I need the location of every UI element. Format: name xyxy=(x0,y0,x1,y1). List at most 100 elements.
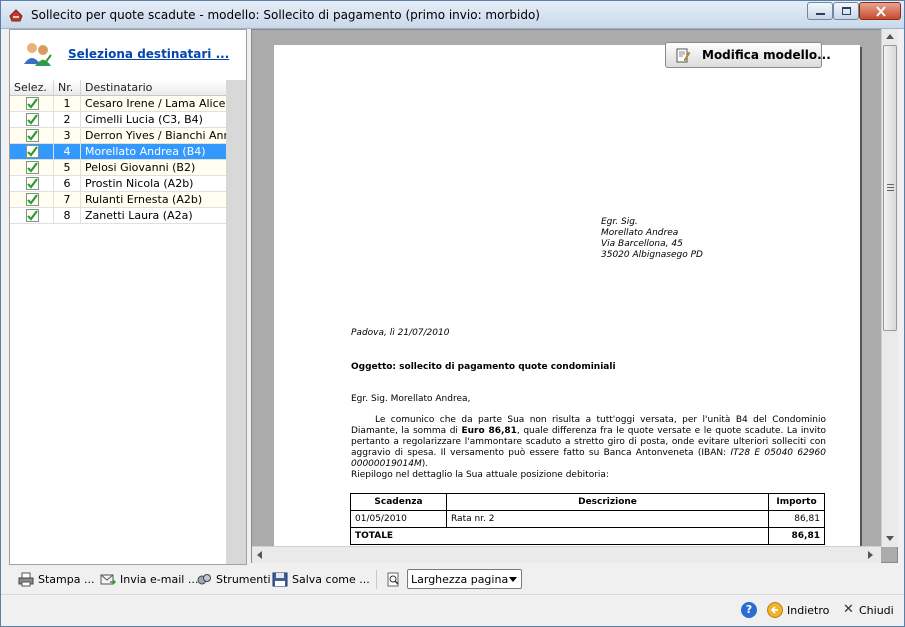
address-line: Via Barcellona, 45 xyxy=(601,239,683,249)
subject-line: Oggetto: sollecito di pagamento quote co… xyxy=(351,362,616,372)
maximize-button[interactable] xyxy=(833,2,859,20)
row-number: 4 xyxy=(54,144,81,160)
select-cell[interactable] xyxy=(10,112,54,128)
debt-table: Scadenza Descrizione Importo 01/05/2010 … xyxy=(350,493,825,545)
checkmark-icon[interactable] xyxy=(26,113,39,126)
select-recipients-link[interactable]: Seleziona destinatari ... xyxy=(68,47,229,61)
table-row[interactable]: 1 Cesaro Irene / Lama Alice (C5 xyxy=(10,96,226,112)
table-cell: 01/05/2010 xyxy=(350,510,447,528)
amount-text: Euro 86,81 xyxy=(461,426,517,436)
row-number: 5 xyxy=(54,160,81,176)
save-icon xyxy=(272,572,288,587)
help-icon[interactable]: ? xyxy=(741,602,757,618)
grid-header: Selez. Nr. Destinatario xyxy=(10,80,226,96)
checkmark-icon[interactable] xyxy=(26,97,39,110)
table-row[interactable]: 7 Rulanti Ernesta (A2b) xyxy=(10,192,226,208)
close-label: Chiudi xyxy=(859,604,894,617)
recipient-name: Morellato Andrea (B4) xyxy=(85,145,206,158)
checkmark-icon[interactable] xyxy=(26,161,39,174)
zoom-value: Larghezza pagina xyxy=(411,573,509,586)
recipients-scrollbar[interactable] xyxy=(226,80,246,564)
title-bar: Sollecito per quote scadute - modello: S… xyxy=(1,1,904,29)
email-icon xyxy=(100,574,116,585)
modify-template-button[interactable]: Modifica modello... xyxy=(665,42,831,68)
table-row[interactable]: 3 Derron Yives / Bianchi Anna ( xyxy=(10,128,226,144)
row-number: 8 xyxy=(54,208,81,224)
recipients-panel: Seleziona destinatari ... Selez. Nr. Des… xyxy=(9,29,247,565)
total-value: 86,81 xyxy=(768,527,825,545)
scroll-left-arrow[interactable] xyxy=(257,551,262,559)
preview-scroll-thumb[interactable] xyxy=(883,45,897,331)
scroll-down-arrow[interactable] xyxy=(886,536,894,541)
window-title: Sollecito per quote scadute - modello: S… xyxy=(31,8,540,22)
checkmark-icon[interactable] xyxy=(26,209,39,222)
close-icon: ✕ xyxy=(843,602,854,617)
table-row[interactable]: 2 Cimelli Lucia (C3, B4) xyxy=(10,112,226,128)
table-row: 01/05/2010 Rata nr. 2 86,81 xyxy=(350,510,825,528)
checkmark-icon[interactable] xyxy=(26,177,39,190)
send-email-label: Invia e-mail ... xyxy=(120,573,199,586)
print-label: Stampa ... xyxy=(38,573,95,586)
zoom-icon xyxy=(387,572,399,587)
main-window: Sollecito per quote scadute - modello: S… xyxy=(0,0,905,627)
users-icon xyxy=(24,43,52,66)
recipient-name: Prostin Nicola (A2b) xyxy=(85,177,194,190)
toolbar-separator xyxy=(376,570,377,589)
salutation: Egr. Sig. Morellato Andrea, xyxy=(351,394,471,404)
column-header-number[interactable]: Nr. xyxy=(54,80,81,96)
recipient-name: Zanetti Laura (A2a) xyxy=(85,209,193,222)
recipient-name: Cesaro Irene / Lama Alice (C5 xyxy=(85,97,226,110)
table-cell: 86,81 xyxy=(768,510,825,528)
preview-panel: Egr. Sig. Morellato Andrea Via Barcellon… xyxy=(251,29,898,563)
column-header-recipient[interactable]: Destinatario xyxy=(81,80,226,96)
total-label: TOTALE xyxy=(350,527,769,545)
select-cell[interactable] xyxy=(10,128,54,144)
close-window-button[interactable] xyxy=(859,2,901,20)
zoom-select[interactable]: Larghezza pagina xyxy=(407,569,522,589)
scroll-right-arrow[interactable] xyxy=(868,551,873,559)
table-header: Scadenza xyxy=(350,493,447,511)
recipient-name: Rulanti Ernesta (A2b) xyxy=(85,193,203,206)
table-row[interactable]: 5 Pelosi Giovanni (B2) xyxy=(10,160,226,176)
date-line: Padova, lì 21/07/2010 xyxy=(351,328,450,338)
preview-horizontal-scrollbar[interactable] xyxy=(252,546,881,563)
table-total-row: TOTALE 86,81 xyxy=(350,527,825,545)
recipient-address: Egr. Sig. Morellato Andrea Via Barcellon… xyxy=(601,217,703,261)
select-cell[interactable] xyxy=(10,144,54,160)
select-cell[interactable] xyxy=(10,176,54,192)
recipient-name: Derron Yives / Bianchi Anna ( xyxy=(85,129,226,142)
letter-page: Egr. Sig. Morellato Andrea Via Barcellon… xyxy=(274,45,860,550)
save-as-label: Salva come ... xyxy=(292,573,370,586)
select-cell[interactable] xyxy=(10,96,54,112)
body-text: ). xyxy=(421,459,429,469)
table-header: Descrizione xyxy=(446,493,769,511)
row-number: 3 xyxy=(54,128,81,144)
recipient-name: Pelosi Giovanni (B2) xyxy=(85,161,196,174)
checkmark-icon[interactable] xyxy=(26,145,39,158)
body-text: Riepilogo nel dettaglio la Sua attuale p… xyxy=(351,470,609,480)
back-arrow-icon xyxy=(767,602,783,618)
edit-document-icon xyxy=(676,48,690,63)
table-cell: Rata nr. 2 xyxy=(446,510,769,528)
table-row[interactable]: 6 Prostin Nicola (A2b) xyxy=(10,176,226,192)
table-row[interactable]: 8 Zanetti Laura (A2a) xyxy=(10,208,226,224)
table-row[interactable]: 4 Morellato Andrea (B4) xyxy=(10,144,226,160)
row-number: 6 xyxy=(54,176,81,192)
recipient-name: Cimelli Lucia (C3, B4) xyxy=(85,113,203,126)
preview-vertical-scrollbar[interactable] xyxy=(881,29,898,547)
select-cell[interactable] xyxy=(10,160,54,176)
table-header: Importo xyxy=(768,493,825,511)
printer-icon xyxy=(18,572,34,587)
select-cell[interactable] xyxy=(10,208,54,224)
row-number: 7 xyxy=(54,192,81,208)
checkmark-icon[interactable] xyxy=(26,129,39,142)
chevron-down-icon xyxy=(509,577,517,582)
letter-body: Le comunico che da parte Sua non risulta… xyxy=(351,415,826,481)
recipients-header: Seleziona destinatari ... xyxy=(10,30,246,78)
scroll-up-arrow[interactable] xyxy=(886,34,894,39)
select-cell[interactable] xyxy=(10,192,54,208)
minimize-button[interactable] xyxy=(807,2,833,20)
app-icon xyxy=(9,9,23,22)
column-header-select[interactable]: Selez. xyxy=(10,80,54,96)
checkmark-icon[interactable] xyxy=(26,193,39,206)
